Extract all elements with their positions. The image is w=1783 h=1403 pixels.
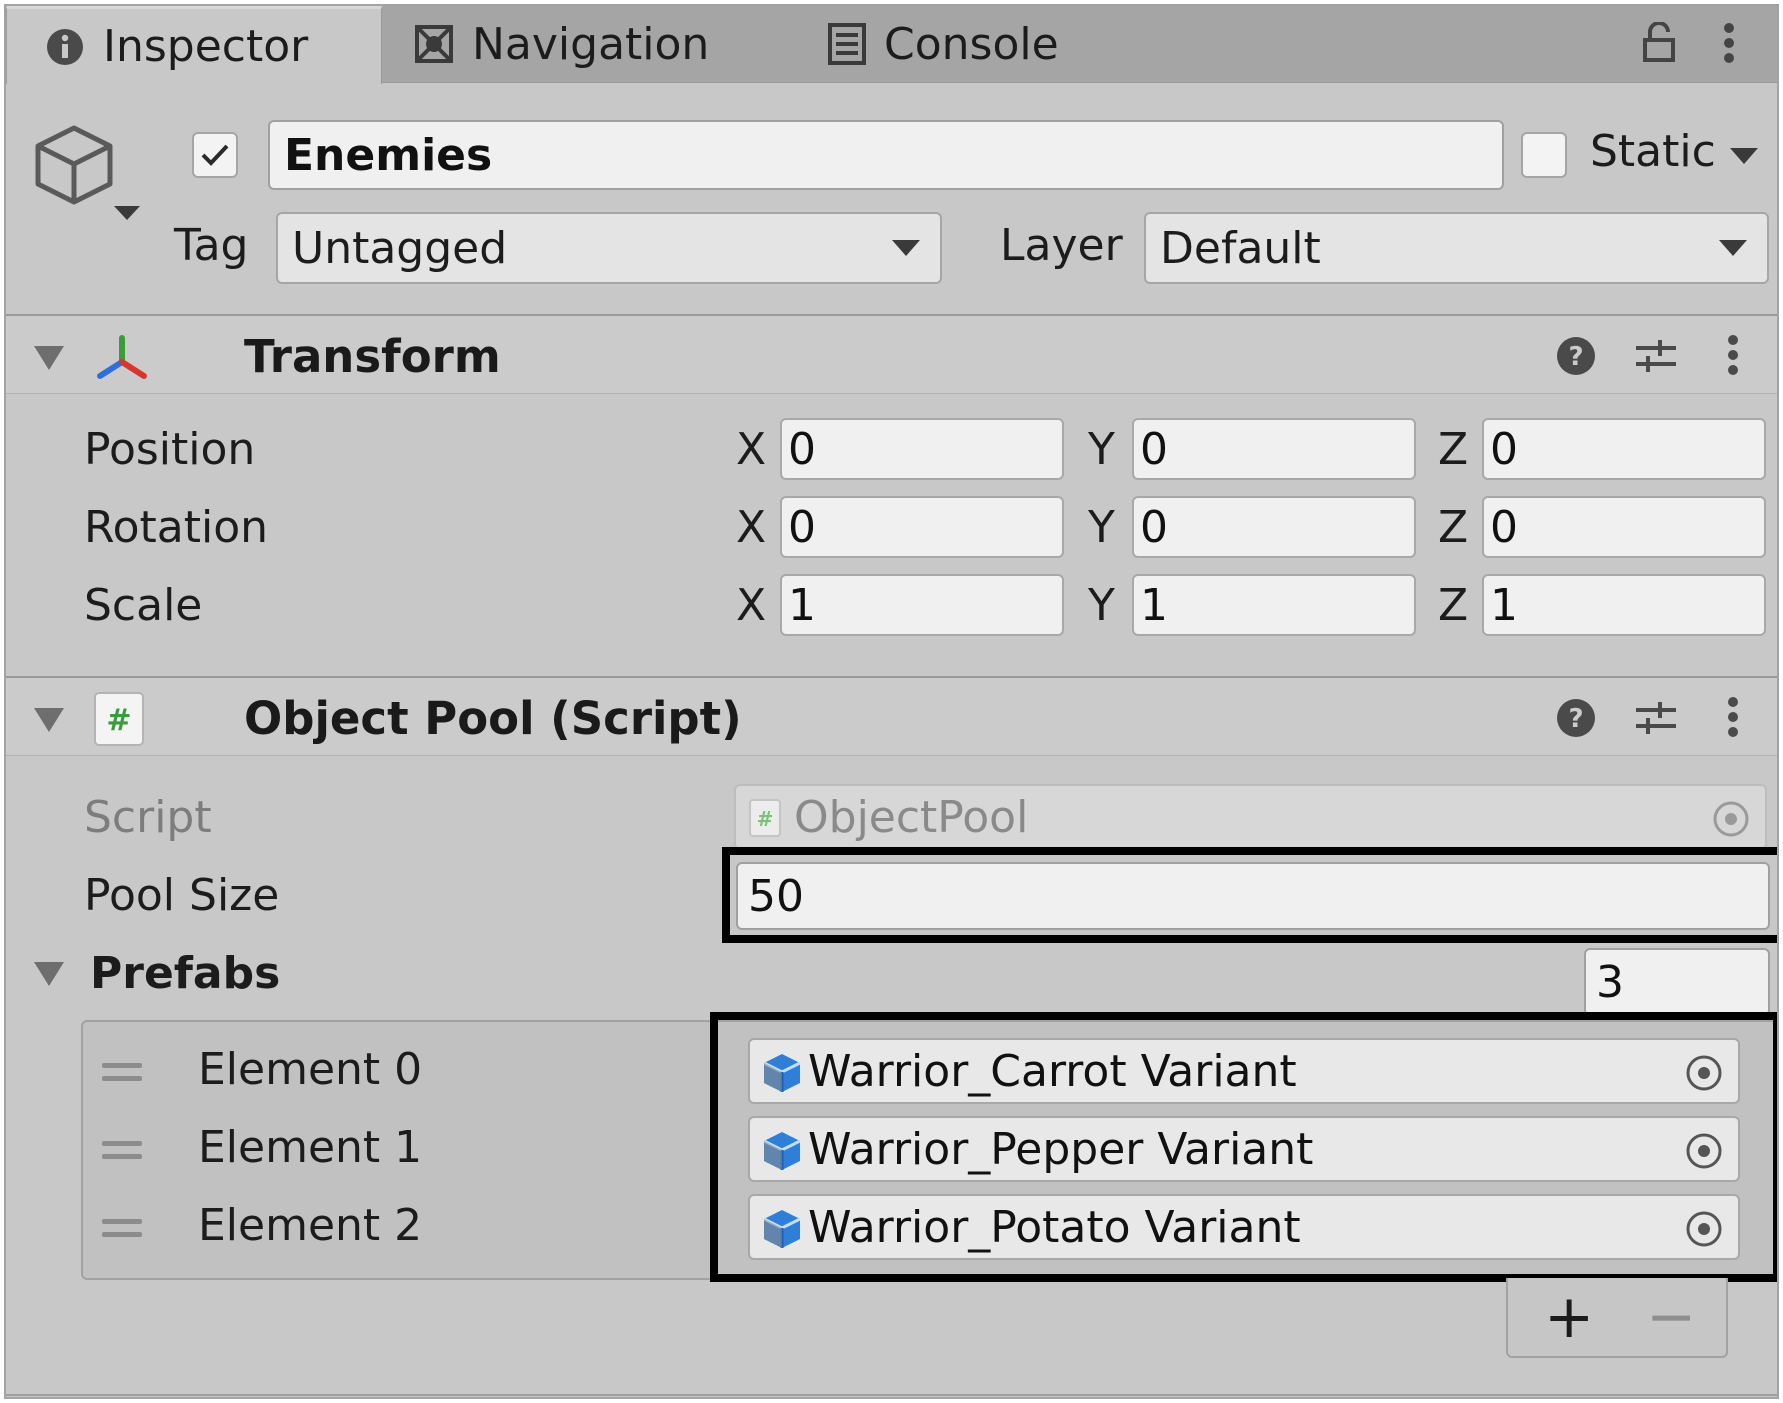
svg-text:?: ? (1568, 704, 1583, 734)
axis-y-label[interactable]: Y (1088, 502, 1115, 553)
script-file-icon: # (748, 798, 782, 838)
prefabs-foldout-icon[interactable] (34, 962, 64, 986)
axis-z-label[interactable]: Z (1438, 502, 1468, 553)
prefabs-count-field[interactable]: 3 (1584, 948, 1770, 1016)
position-y-field[interactable]: 0 (1132, 418, 1416, 480)
drag-handle-icon[interactable] (102, 1063, 142, 1081)
highlight-box-prefab-elements (710, 1012, 1777, 1282)
remove-element-button[interactable]: − (1646, 1282, 1696, 1352)
inspector-panel: Inspector Navigation Console Enemies Sta… (4, 4, 1779, 1399)
object-pool-header[interactable]: # Object Pool (Script) ? (6, 676, 1777, 756)
tag-dropdown[interactable]: Untagged (276, 212, 942, 284)
axis-y-label[interactable]: Y (1088, 580, 1115, 631)
transform-icon (94, 334, 150, 384)
chevron-down-icon (892, 240, 920, 256)
component-menu-icon[interactable] (1726, 334, 1740, 376)
position-label: Position (84, 424, 256, 475)
lock-icon[interactable] (1642, 22, 1676, 62)
bottom-divider (6, 1394, 1777, 1396)
object-picker-icon (1711, 799, 1751, 839)
drag-handle-icon[interactable] (102, 1219, 142, 1237)
component-title: Transform (244, 330, 501, 383)
presets-icon[interactable] (1634, 336, 1678, 376)
script-icon: # (92, 690, 146, 748)
pool-size-label: Pool Size (84, 870, 280, 921)
layer-label: Layer (1000, 220, 1123, 271)
tab-inspector[interactable]: Inspector (6, 6, 382, 84)
active-checkbox[interactable] (192, 132, 238, 178)
svg-text:?: ? (1568, 342, 1583, 372)
svg-text:#: # (757, 807, 774, 831)
scale-z-field[interactable]: 1 (1482, 574, 1766, 636)
script-label: Script (84, 792, 212, 843)
foldout-arrow-icon[interactable] (34, 708, 64, 732)
scale-x-field[interactable]: 1 (780, 574, 1064, 636)
prefabs-label[interactable]: Prefabs (90, 948, 280, 999)
scale-y-field[interactable]: 1 (1132, 574, 1416, 636)
tab-label: Navigation (472, 18, 710, 70)
axis-x-label[interactable]: X (736, 502, 766, 553)
foldout-arrow-icon[interactable] (34, 346, 64, 370)
static-checkbox[interactable] (1521, 132, 1567, 178)
layer-dropdown[interactable]: Default (1144, 212, 1769, 284)
drag-handle-icon[interactable] (102, 1141, 142, 1159)
transform-header[interactable]: Transform ? (6, 314, 1777, 394)
navigation-icon (414, 24, 454, 64)
scale-label: Scale (84, 580, 203, 631)
rotation-y-field[interactable]: 0 (1132, 496, 1416, 558)
name-field[interactable]: Enemies (268, 120, 1504, 190)
tab-navigation[interactable]: Navigation (414, 6, 709, 82)
add-element-button[interactable]: + (1544, 1282, 1594, 1352)
script-field: # ObjectPool (734, 784, 1767, 850)
position-x-field[interactable]: 0 (780, 418, 1064, 480)
axis-x-label[interactable]: X (736, 424, 766, 475)
component-menu-icon[interactable] (1726, 696, 1740, 738)
list-footer: + − (1506, 1278, 1728, 1358)
script-value: ObjectPool (794, 791, 1029, 843)
static-label[interactable]: Static (1590, 126, 1716, 177)
more-options-icon[interactable] (1722, 22, 1736, 64)
tag-value: Untagged (292, 222, 508, 274)
rotation-label: Rotation (84, 502, 269, 553)
rotation-x-field[interactable]: 0 (780, 496, 1064, 558)
tab-console[interactable]: Console (828, 6, 1059, 82)
element-label: Element 2 (198, 1200, 423, 1251)
icon-dropdown-caret[interactable] (114, 206, 140, 220)
axis-z-label[interactable]: Z (1438, 424, 1468, 475)
chevron-down-icon (1719, 240, 1747, 256)
console-icon (828, 23, 866, 65)
position-z-field[interactable]: 0 (1482, 418, 1766, 480)
tab-label: Console (884, 18, 1059, 70)
layer-value: Default (1160, 222, 1321, 274)
axis-y-label[interactable]: Y (1088, 424, 1115, 475)
tab-bar: Inspector Navigation Console (6, 6, 1777, 84)
rotation-z-field[interactable]: 0 (1482, 496, 1766, 558)
element-label: Element 1 (198, 1122, 423, 1173)
info-icon (45, 27, 85, 67)
help-icon[interactable]: ? (1556, 336, 1596, 376)
element-label: Element 0 (198, 1044, 423, 1095)
tag-label: Tag (174, 220, 249, 271)
highlight-box-pool-size (722, 847, 1777, 943)
component-title: Object Pool (Script) (244, 692, 742, 745)
tab-label: Inspector (103, 21, 309, 72)
svg-text:#: # (106, 703, 131, 738)
help-icon[interactable]: ? (1556, 698, 1596, 738)
presets-icon[interactable] (1634, 698, 1678, 738)
gameobject-icon (32, 122, 116, 210)
static-dropdown-caret[interactable] (1730, 148, 1758, 164)
axis-z-label[interactable]: Z (1438, 580, 1468, 631)
axis-x-label[interactable]: X (736, 580, 766, 631)
